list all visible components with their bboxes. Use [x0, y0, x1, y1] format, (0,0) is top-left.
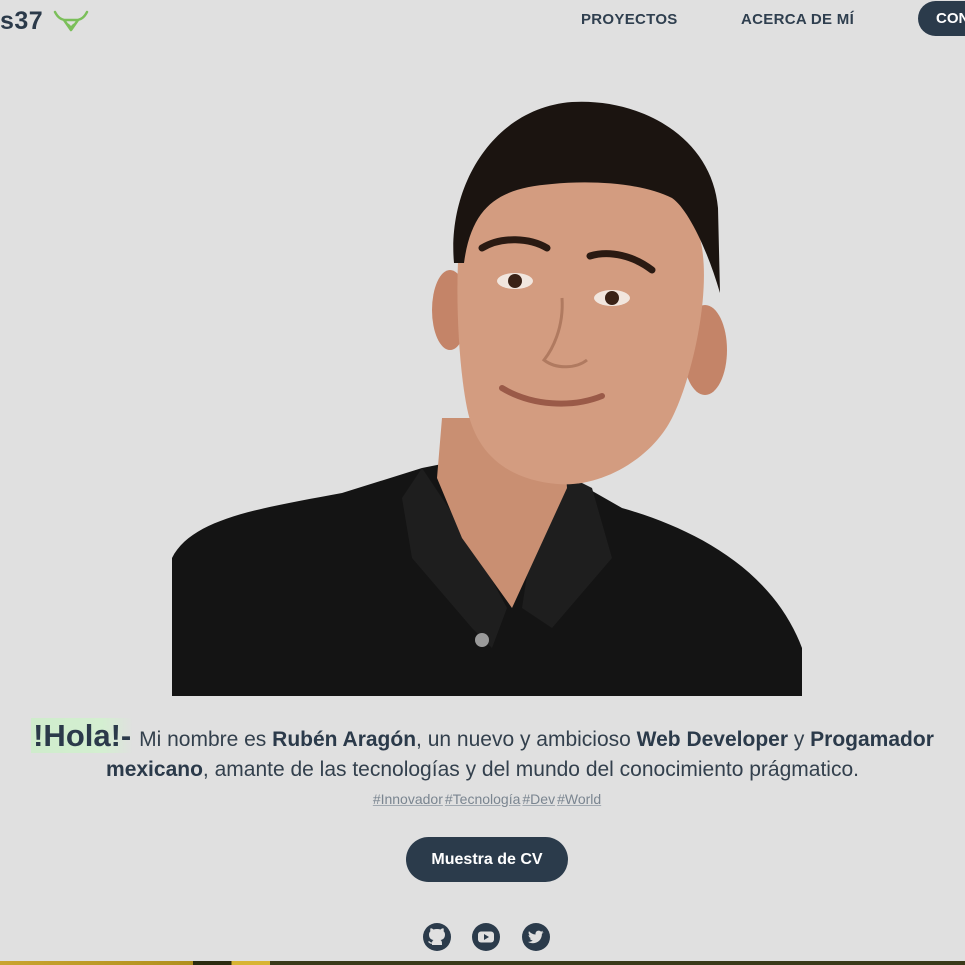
tag-world[interactable]: #World — [557, 791, 601, 807]
hola-greeting: !Hola!- — [31, 718, 134, 753]
intro-text-4: , amante de las tecnologías y del mundo … — [202, 758, 859, 781]
intro-text-2: , un nuevo y ambicioso — [416, 728, 637, 751]
hashtag-list: #Innovador #Tecnología #Dev #World — [0, 791, 965, 807]
youtube-icon[interactable] — [471, 922, 501, 952]
nav-projects[interactable]: PROYECTOS — [581, 11, 678, 28]
bull-horns-icon — [53, 10, 89, 31]
intro-text-1: Mi nombre es — [133, 728, 273, 751]
nav-about[interactable]: ACERCA DE MÍ — [741, 11, 854, 28]
logo-text: s37 — [0, 7, 44, 35]
intro-paragraph: !Hola!- Mi nombre es Rubén Aragón, un nu… — [20, 718, 945, 785]
intro-text-3: y — [788, 728, 811, 751]
portrait-photo — [172, 88, 802, 696]
nav-contact-button[interactable]: CON — [918, 1, 965, 36]
twitter-icon[interactable] — [521, 922, 551, 952]
site-logo[interactable]: s37 — [0, 7, 89, 36]
tag-tecnologia[interactable]: #Tecnología — [445, 791, 521, 807]
tag-innovador[interactable]: #Innovador — [373, 791, 443, 807]
role-web-developer: Web Developer — [636, 728, 788, 751]
tag-dev[interactable]: #Dev — [522, 791, 555, 807]
bottom-border — [0, 961, 965, 965]
author-name: Rubén Aragón — [272, 728, 417, 751]
github-icon[interactable] — [422, 922, 452, 952]
cv-sample-button[interactable]: Muestra de CV — [406, 837, 568, 882]
